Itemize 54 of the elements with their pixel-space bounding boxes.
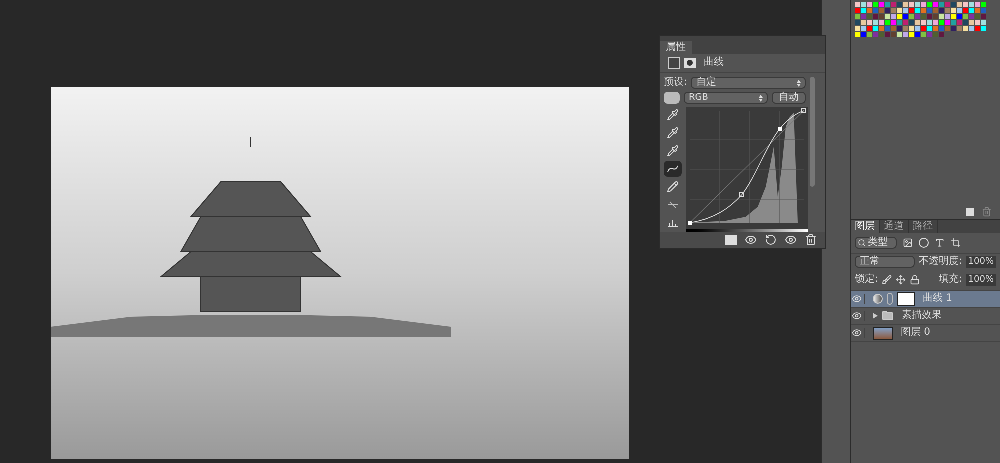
fill-label: 填充: [938,275,962,285]
dropdown-arrows-icon [759,94,763,102]
fill-field[interactable]: 100% [966,274,996,286]
visibility-eye-icon[interactable] [852,328,862,338]
visibility-eye-icon[interactable] [852,294,862,304]
layer-name: 素描效果 [902,311,942,321]
scrollbar[interactable] [810,77,815,187]
lock-pixels-icon[interactable] [882,275,892,285]
panel-tab[interactable]: 路径 [908,220,938,233]
preset-dropdown[interactable]: 自定 [691,77,806,89]
folder-icon [882,310,894,322]
channel-dropdown[interactable]: RGB [684,92,768,104]
curve-tool-button[interactable] [664,161,682,177]
curves-icon [668,57,680,69]
visibility-eye-icon[interactable] [852,311,862,321]
lock-all-icon[interactable] [910,275,920,285]
search-icon [858,239,866,247]
curve-line-icon [667,163,679,175]
adjustment-filter-icon[interactable] [918,238,929,248]
panel-tab[interactable]: 图层 [850,220,880,233]
adjustment-title: 曲线 [704,58,724,68]
layer-name: 图层 0 [900,328,930,338]
type-filter-icon[interactable] [934,238,945,248]
layer-mask-thumbnail [896,292,915,306]
preset-label: 预设: [664,78,688,88]
image-filter-icon[interactable] [902,238,913,248]
layer-row[interactable]: 曲线 1 [850,291,1000,308]
lock-label: 锁定: [854,275,878,285]
layer-row[interactable]: 素描效果 [850,308,1000,325]
visibility-icon[interactable] [785,234,797,246]
layer-thumbnail [872,326,893,340]
dropdown-arrows-icon [797,80,801,86]
layer-row[interactable]: 图层 0 [850,325,1000,342]
view-previous-icon[interactable] [745,234,757,246]
crossed-line-icon [667,199,679,211]
opacity-field[interactable]: 100% [966,256,996,268]
blend-mode-dropdown[interactable]: 正常 [854,256,915,268]
auto-button[interactable]: 自动 [772,92,806,104]
panel-tab[interactable]: 通道 [880,220,909,233]
expand-triangle-icon[interactable] [872,313,878,319]
reset-icon[interactable] [765,234,777,246]
layer-name: 曲线 1 [922,294,952,304]
histogram-icon [667,217,679,229]
color-swatches-drawing[interactable] [854,2,987,38]
filter-kind-dropdown[interactable]: 类型 [854,237,897,249]
lock-position-icon[interactable] [896,275,906,285]
opacity-label: 不透明度: [918,257,962,267]
adjustment-icon [872,294,883,304]
delete-swatch-icon[interactable] [982,207,992,217]
properties-tab[interactable]: 属性 [660,41,692,54]
mask-icon [684,58,696,68]
shape-filter-icon[interactable] [950,238,961,248]
chain-link-icon [886,293,893,305]
delete-icon[interactable] [805,234,817,246]
